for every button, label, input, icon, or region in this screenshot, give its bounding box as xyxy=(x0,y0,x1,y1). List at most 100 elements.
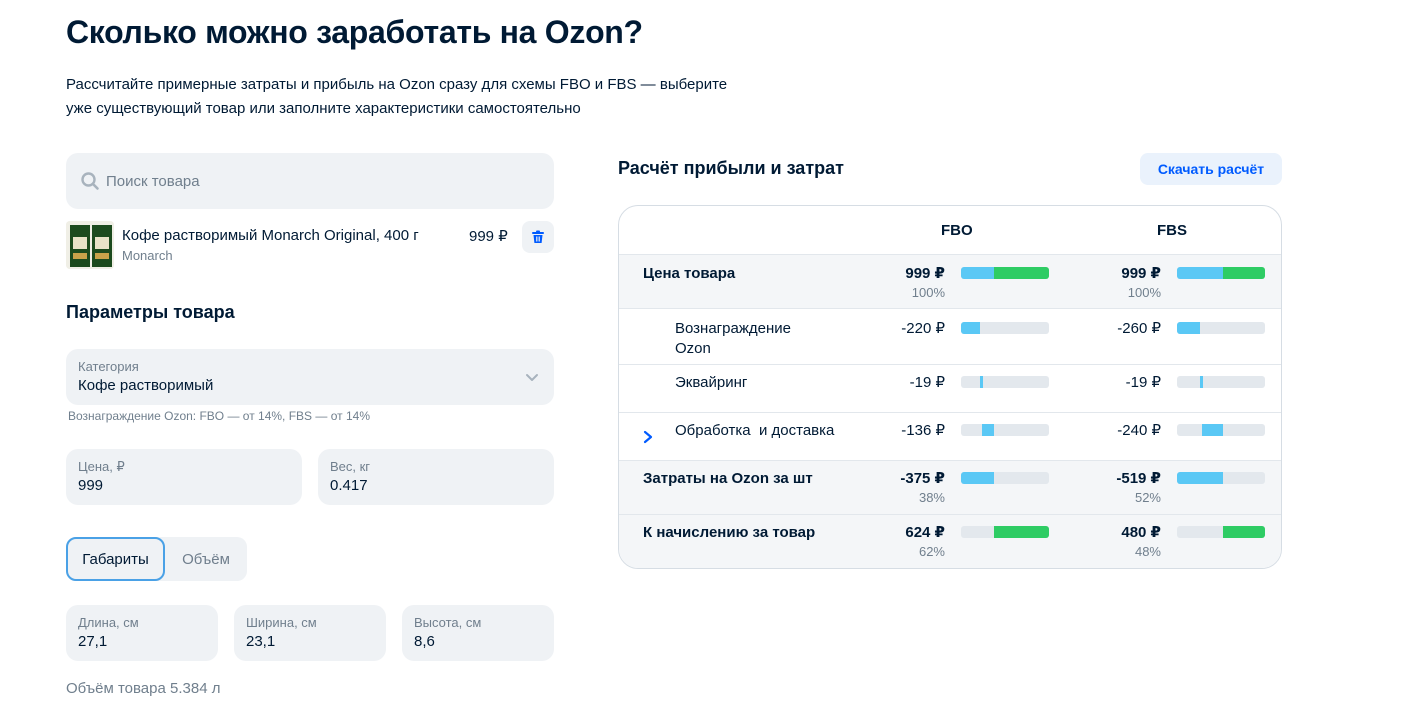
width-value[interactable]: 23,1 xyxy=(246,633,374,651)
fbs-bar xyxy=(1177,472,1265,484)
fbo-pct: 62% xyxy=(918,544,945,559)
bar-profit xyxy=(1223,267,1265,279)
row-label: Эквайринг xyxy=(675,374,748,391)
fbs-amount: -260 ₽ xyxy=(1117,320,1161,337)
selected-product: Кофе растворимый Monarch Original, 400 г… xyxy=(66,221,554,269)
fbo-bar xyxy=(961,376,1049,388)
column-header-fbo: FBO xyxy=(941,222,973,239)
length-field[interactable]: Длина, см 27,1 xyxy=(66,605,218,661)
weight-value[interactable]: 0.417 xyxy=(330,477,542,495)
bar-cost xyxy=(1177,322,1200,334)
column-header-fbs: FBS xyxy=(1157,222,1187,239)
fbo-bar xyxy=(961,424,1049,436)
trash-icon xyxy=(532,230,544,243)
fbo-amount: -220 ₽ xyxy=(901,320,945,337)
fbo-amount: -375 ₽ xyxy=(900,470,945,487)
fbo-amount: 999 ₽ xyxy=(905,265,945,282)
table-row: Эквайринг -19 ₽ -19 ₽ xyxy=(619,364,1281,412)
table-row: Затраты на Ozon за шт -375 ₽ 38% -519 ₽ … xyxy=(619,460,1281,514)
fbs-pct: 100% xyxy=(1127,285,1161,300)
row-label-line: Ozon xyxy=(675,340,711,357)
product-price: 999 ₽ xyxy=(469,228,508,245)
row-label: Вознаграждение Ozon xyxy=(675,319,791,359)
price-field[interactable]: Цена, ₽ 999 xyxy=(66,449,302,505)
page-subtitle: Рассчитайте примерные затраты и прибыль … xyxy=(66,73,766,121)
commission-hint: Вознаграждение Ozon: FBO — от 14%, FBS —… xyxy=(68,409,370,423)
category-select[interactable]: Категория Кофе растворимый xyxy=(66,349,554,405)
price-value[interactable]: 999 xyxy=(78,477,290,495)
fbs-pct: 48% xyxy=(1134,544,1161,559)
bar-cost xyxy=(961,267,994,279)
bar-cost xyxy=(1177,472,1223,484)
fbs-pct: 52% xyxy=(1134,490,1161,505)
tab-volume[interactable]: Объём xyxy=(165,537,247,581)
category-label: Категория xyxy=(78,359,139,374)
fbs-amount: -519 ₽ xyxy=(1116,470,1161,487)
width-field[interactable]: Ширина, см 23,1 xyxy=(234,605,386,661)
fbs-bar xyxy=(1177,376,1265,388)
table-header: FBO FBS xyxy=(619,206,1281,254)
fbo-pct: 100% xyxy=(911,285,945,300)
table-row[interactable]: Обработка и доставка -136 ₽ -240 ₽ xyxy=(619,412,1281,460)
fbs-amount: 480 ₽ xyxy=(1121,524,1161,541)
params-title: Параметры товара xyxy=(66,302,235,322)
fbs-amount: -240 ₽ xyxy=(1117,422,1161,439)
delete-product-button[interactable] xyxy=(522,221,554,253)
search-box[interactable] xyxy=(66,153,554,209)
profit-table: FBO FBS Цена товара 999 ₽ 100% 999 ₽ 100… xyxy=(618,205,1282,569)
product-image xyxy=(66,221,114,269)
calc-title: Расчёт прибыли и затрат xyxy=(618,158,844,178)
row-label: Затраты на Ozon за шт xyxy=(643,470,813,487)
chevron-right-icon[interactable] xyxy=(641,430,655,444)
bar-cost xyxy=(1177,267,1223,279)
fbo-bar xyxy=(961,267,1049,279)
search-icon xyxy=(81,172,99,190)
price-label: Цена, ₽ xyxy=(78,459,125,474)
fbs-bar xyxy=(1177,322,1265,334)
weight-field[interactable]: Вес, кг 0.417 xyxy=(318,449,554,505)
height-value[interactable]: 8,6 xyxy=(414,633,542,651)
bar-profit xyxy=(994,526,1049,538)
table-row: Цена товара 999 ₽ 100% 999 ₽ 100% xyxy=(619,254,1281,308)
row-label: К начислению за товар xyxy=(643,524,816,541)
length-label: Длина, см xyxy=(78,615,139,630)
row-label: Цена товара xyxy=(643,265,736,282)
page-title: Сколько можно заработать на Ozon? xyxy=(66,14,643,50)
fbs-bar xyxy=(1177,526,1265,538)
fbo-amount: 624 ₽ xyxy=(905,524,945,541)
fbo-amount: -136 ₽ xyxy=(901,422,945,439)
fbs-bar xyxy=(1177,424,1265,436)
height-label: Высота, см xyxy=(414,615,482,630)
fbs-amount: -19 ₽ xyxy=(1125,374,1161,391)
width-label: Ширина, см xyxy=(246,615,317,630)
bar-cost xyxy=(961,472,994,484)
bar-profit xyxy=(994,267,1049,279)
fbs-amount: 999 ₽ xyxy=(1121,265,1161,282)
bar-cost xyxy=(961,322,980,334)
height-field[interactable]: Высота, см 8,6 xyxy=(402,605,554,661)
row-label: Обработка и доставка xyxy=(675,422,835,439)
product-brand: Monarch xyxy=(122,248,173,263)
weight-label: Вес, кг xyxy=(330,459,371,474)
chevron-down-icon xyxy=(526,374,538,381)
table-row: Вознаграждение Ozon -220 ₽ -260 ₽ xyxy=(619,308,1281,364)
fbs-bar xyxy=(1177,267,1265,279)
subtitle-line: Рассчитайте примерные затраты и прибыль … xyxy=(66,76,728,93)
product-name[interactable]: Кофе растворимый Monarch Original, 400 г xyxy=(122,227,419,244)
fbo-bar xyxy=(961,526,1049,538)
fbo-bar xyxy=(961,322,1049,334)
fbo-pct: 38% xyxy=(918,490,945,505)
row-label-line: Вознаграждение xyxy=(675,320,791,337)
bar-profit xyxy=(1223,526,1265,538)
category-value: Кофе растворимый xyxy=(78,377,214,394)
bar-cost xyxy=(1202,424,1223,436)
fbo-bar xyxy=(961,472,1049,484)
fbo-amount: -19 ₽ xyxy=(909,374,945,391)
length-value[interactable]: 27,1 xyxy=(78,633,206,651)
table-row: К начислению за товар 624 ₽ 62% 480 ₽ 48… xyxy=(619,514,1281,568)
tab-dimensions[interactable]: Габариты xyxy=(66,537,165,581)
search-input[interactable] xyxy=(106,172,526,190)
download-button[interactable]: Скачать расчёт xyxy=(1140,153,1282,185)
bar-cost xyxy=(982,424,994,436)
dimension-mode-switch: Габариты Объём xyxy=(66,537,247,581)
